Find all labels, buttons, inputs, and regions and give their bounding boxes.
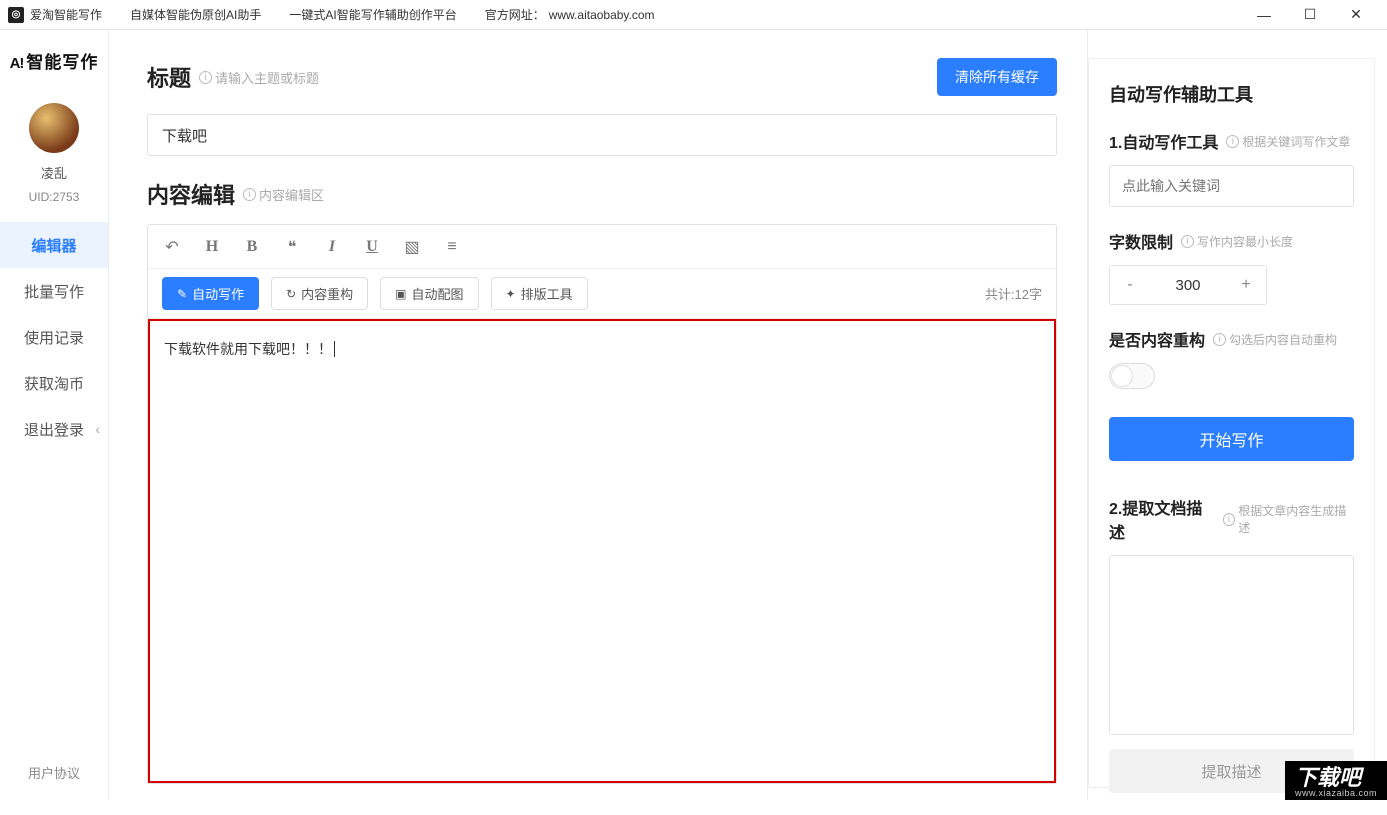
action-toolbar: ✎ 自动写作 ↻ 内容重构 ▣ 自动配图 ✦ 排版工具 共计:12字 (148, 269, 1056, 319)
content-edit-label: 内容编辑 (147, 178, 235, 210)
main-content: 标题 i请输入主题或标题 清除所有缓存 内容编辑 i内容编辑区 ↶ H B ❝ … (109, 30, 1087, 800)
window-minimize-button[interactable]: — (1241, 0, 1287, 30)
reconstruct-button[interactable]: ↻ 内容重构 (271, 277, 368, 310)
picture-icon: ▣ (395, 287, 406, 301)
panel-title: 自动写作辅助工具 (1109, 81, 1354, 107)
refresh-icon: ↻ (286, 287, 296, 301)
username: 凌乱 (41, 163, 67, 182)
align-icon[interactable]: ≡ (442, 238, 462, 256)
format-toolbar: ↶ H B ❝ I U ▧ ≡ (148, 225, 1056, 269)
chevron-left-icon: ‹ (95, 421, 100, 437)
pencil-icon: ✎ (177, 287, 187, 301)
content-hint: i内容编辑区 (243, 185, 324, 204)
reconstruct-toggle[interactable] (1109, 363, 1155, 389)
window-maximize-button[interactable]: ☐ (1287, 0, 1333, 30)
stepper-value: 300 (1150, 277, 1226, 294)
right-panel: 自动写作辅助工具 1.自动写作工具 i根据关键词写作文章 字数限制 i写作内容最… (1087, 30, 1387, 800)
quote-icon[interactable]: ❝ (282, 237, 302, 257)
site-url[interactable]: www.aitaobaby.com (549, 8, 655, 22)
uid: UID:2753 (29, 190, 80, 204)
start-write-button[interactable]: 开始写作 (1109, 417, 1354, 461)
window-close-button[interactable]: ✕ (1333, 0, 1379, 30)
nav-item-coins[interactable]: 获取淘币 (0, 360, 108, 406)
title-label: 标题 (147, 61, 191, 93)
nav-label: 编辑器 (31, 235, 76, 256)
chip-label: 排版工具 (521, 284, 573, 303)
stepper-plus-button[interactable]: + (1226, 276, 1266, 294)
brand: A!智能写作 (0, 48, 108, 85)
title-hint: i请输入主题或标题 (199, 68, 319, 87)
watermark-sub: www.xiazaiba.com (1295, 789, 1377, 798)
nav-item-batch[interactable]: 批量写作 (0, 268, 108, 314)
auto-image-button[interactable]: ▣ 自动配图 (380, 277, 478, 310)
recon-head: 是否内容重构 i勾选后内容自动重构 (1109, 327, 1354, 351)
brand-text: 智能写作 (26, 53, 98, 72)
app-name: 爱淘智能写作 (30, 6, 102, 23)
wand-icon: ✦ (506, 287, 516, 301)
avatar[interactable] (29, 103, 79, 153)
sidebar: A!智能写作 凌乱 UID:2753 编辑器 批量写作 使用记录 获取淘币 退出… (0, 30, 109, 800)
nav-item-history[interactable]: 使用记录 (0, 314, 108, 360)
word-limit-stepper[interactable]: - 300 + (1109, 265, 1267, 305)
watermark: 下载吧 www.xiazaiba.com (1285, 761, 1387, 800)
bold-icon[interactable]: B (242, 238, 262, 256)
title-hint-text: 请输入主题或标题 (215, 68, 319, 87)
limit-hint: 写作内容最小长度 (1197, 233, 1293, 250)
titlebar: ◎ 爱淘智能写作 自媒体智能伪原创AI助手 一键式AI智能写作辅助创作平台 官方… (0, 0, 1387, 30)
user-agreement-link[interactable]: 用户协议 (28, 745, 80, 800)
toggle-knob (1111, 365, 1133, 387)
layout-tool-button[interactable]: ✦ 排版工具 (491, 277, 588, 310)
chip-label: 内容重构 (301, 284, 353, 303)
description-textarea[interactable] (1109, 555, 1354, 735)
underline-icon[interactable]: U (362, 238, 382, 256)
content-hint-text: 内容编辑区 (259, 185, 324, 204)
nav-item-editor[interactable]: 编辑器 (0, 222, 108, 268)
section-2-hint: 根据文章内容生成描述 (1238, 502, 1354, 536)
section-1-title: 1.自动写作工具 (1109, 129, 1218, 153)
nav: 编辑器 批量写作 使用记录 获取淘币 退出登录 ‹ (0, 222, 108, 452)
chip-label: 自动写作 (192, 284, 244, 303)
section-1-hint: 根据关键词写作文章 (1242, 133, 1350, 150)
nav-label: 使用记录 (24, 327, 84, 348)
tagline-1: 自媒体智能伪原创AI助手 (130, 6, 261, 23)
limit-title: 字数限制 (1109, 229, 1173, 253)
editor-text: 下载软件就用下载吧！！！ (164, 341, 332, 357)
italic-icon[interactable]: I (322, 238, 342, 256)
stepper-minus-button[interactable]: - (1110, 276, 1150, 294)
title-input[interactable] (147, 114, 1057, 156)
watermark-text: 下载吧 (1295, 765, 1361, 790)
nav-item-logout[interactable]: 退出登录 ‹ (0, 406, 108, 452)
limit-head: 字数限制 i写作内容最小长度 (1109, 229, 1354, 253)
tagline-2: 一键式AI智能写作辅助创作平台 (289, 6, 456, 23)
recon-hint: 勾选后内容自动重构 (1229, 331, 1337, 348)
section-2-title: 2.提取文档描述 (1109, 495, 1215, 543)
nav-label: 批量写作 (24, 281, 84, 302)
editor-textarea[interactable]: 下载软件就用下载吧！！！ (148, 319, 1056, 783)
editor-box: ↶ H B ❝ I U ▧ ≡ ✎ 自动写作 ↻ 内容重构 ▣ 自动配图 ✦ 排版工具 … (147, 224, 1057, 784)
clear-cache-button[interactable]: 清除所有缓存 (937, 58, 1057, 96)
site-label: 官方网址： (485, 6, 545, 23)
char-count: 共计:12字 (985, 284, 1042, 303)
image-icon[interactable]: ▧ (402, 237, 422, 257)
nav-label: 获取淘币 (24, 373, 84, 394)
undo-icon[interactable]: ↶ (162, 237, 182, 257)
recon-title: 是否内容重构 (1109, 327, 1205, 351)
auto-write-button[interactable]: ✎ 自动写作 (162, 277, 259, 310)
app-icon: ◎ (8, 7, 24, 23)
chip-label: 自动配图 (412, 284, 464, 303)
heading-icon[interactable]: H (202, 238, 222, 256)
keyword-input[interactable] (1109, 165, 1354, 207)
section-2-head: 2.提取文档描述 i根据文章内容生成描述 (1109, 495, 1354, 543)
nav-label: 退出登录 (24, 419, 84, 440)
section-1-head: 1.自动写作工具 i根据关键词写作文章 (1109, 129, 1354, 153)
